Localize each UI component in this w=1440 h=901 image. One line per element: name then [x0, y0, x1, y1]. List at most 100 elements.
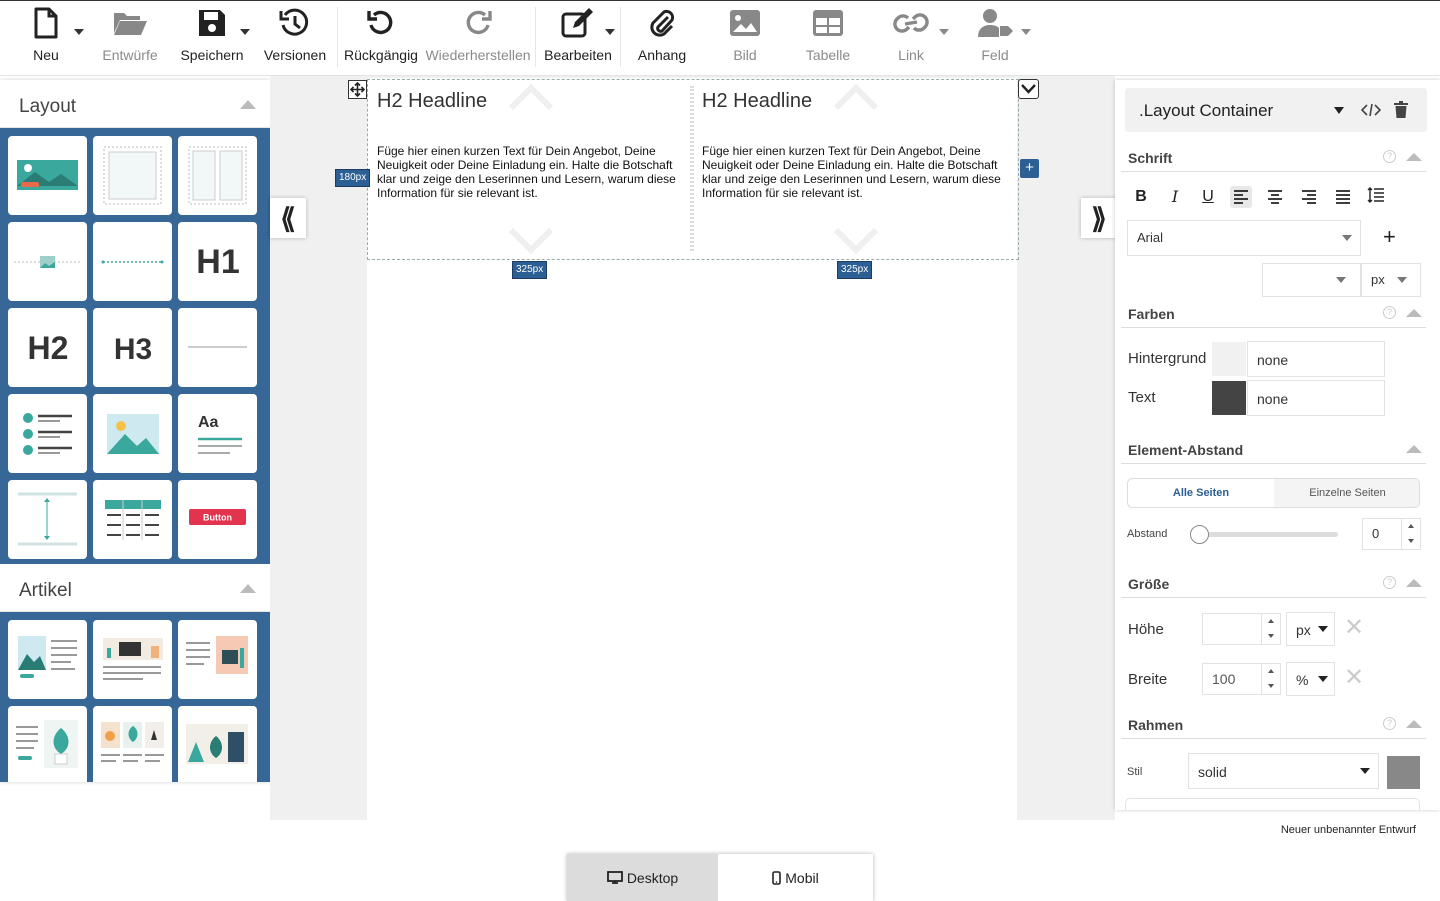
align-center-button[interactable]	[1264, 186, 1286, 208]
column-text[interactable]: Füge hier einen kurzen Text für Dein Ang…	[377, 144, 683, 200]
collapse-triangle-icon[interactable]	[1406, 153, 1422, 161]
spacing-slider[interactable]	[1199, 532, 1338, 537]
tile-horizontal-rule[interactable]	[178, 308, 257, 387]
background-color-input[interactable]: none	[1247, 341, 1385, 377]
font-family-select[interactable]: Arial	[1127, 220, 1361, 256]
collapse-triangle-icon[interactable]	[240, 100, 256, 109]
tile-box-container[interactable]	[93, 136, 172, 215]
column-headline[interactable]: H2 Headline	[702, 90, 812, 113]
stepper-up-icon[interactable]	[1268, 669, 1274, 673]
new-button[interactable]: Neu	[30, 5, 62, 69]
stepper-down-icon[interactable]	[1268, 634, 1274, 638]
tile-h3[interactable]: H3	[93, 308, 172, 387]
tile-h1[interactable]: H1	[178, 222, 257, 301]
height-stepper[interactable]	[1261, 614, 1281, 644]
undo-button[interactable]: Rückgängig	[344, 5, 418, 69]
layout-section-header[interactable]: Layout	[0, 80, 270, 128]
collapse-triangle-icon[interactable]	[1406, 579, 1422, 587]
italic-button[interactable]: I	[1164, 186, 1186, 208]
column-right[interactable]: H2 Headline Füge hier einen kurzen Text …	[693, 80, 1013, 259]
link-dropdown-caret-icon[interactable]	[939, 29, 949, 35]
text-color-swatch[interactable]	[1212, 381, 1246, 415]
single-sides-tab[interactable]: Einzelne Seiten	[1275, 479, 1420, 507]
collapse-triangle-icon[interactable]	[1406, 720, 1422, 728]
move-handle[interactable]	[348, 80, 367, 99]
tile-h2[interactable]: H2	[8, 308, 87, 387]
spacing-slider-thumb[interactable]	[1190, 525, 1209, 544]
image-button[interactable]: Bild	[725, 5, 765, 69]
article-section-header[interactable]: Artikel	[0, 564, 270, 612]
tile-image-text-block[interactable]	[8, 136, 87, 215]
background-color-swatch[interactable]	[1212, 342, 1246, 376]
tile-article-image-top[interactable]	[93, 620, 172, 699]
bold-button[interactable]: B	[1130, 186, 1152, 208]
help-icon[interactable]: ?	[1383, 306, 1396, 319]
save-button[interactable]: Speichern	[180, 5, 244, 69]
field-dropdown-caret-icon[interactable]	[1021, 29, 1031, 35]
redo-button[interactable]: Wiederherstellen	[424, 5, 532, 69]
size-section-header[interactable]: Größe ?	[1121, 576, 1426, 598]
collapse-triangle-icon[interactable]	[240, 584, 256, 593]
align-left-button[interactable]	[1230, 186, 1252, 208]
collapse-triangle-icon[interactable]	[1406, 309, 1422, 317]
edit-dropdown-caret-icon[interactable]	[605, 29, 615, 35]
font-unit-select[interactable]: px	[1361, 263, 1421, 297]
layout-container[interactable]: H2 Headline Füge hier einen kurzen Text …	[367, 79, 1019, 260]
column-text[interactable]: Füge hier einen kurzen Text für Dein Ang…	[702, 144, 1008, 200]
attachment-button[interactable]: Anhang	[636, 5, 688, 69]
stepper-up-icon[interactable]	[1268, 619, 1274, 623]
help-icon[interactable]: ?	[1383, 717, 1396, 730]
tile-article-image-right[interactable]	[178, 620, 257, 699]
border-section-header[interactable]: Rahmen ?	[1121, 717, 1426, 739]
spacing-input[interactable]: 0	[1362, 518, 1421, 550]
all-sides-tab[interactable]: Alle Seiten	[1128, 479, 1274, 507]
tile-checklist[interactable]	[8, 394, 87, 473]
element-selector[interactable]: .Layout Container	[1125, 88, 1427, 132]
new-dropdown-caret-icon[interactable]	[74, 29, 84, 35]
column-headline[interactable]: H2 Headline	[377, 90, 487, 113]
text-color-input[interactable]: none	[1247, 380, 1385, 416]
tile-article-three-images[interactable]	[93, 706, 172, 782]
mobile-view-button[interactable]: Mobil	[718, 854, 873, 901]
width-stepper[interactable]	[1261, 664, 1281, 694]
tile-image-divider[interactable]	[8, 222, 87, 301]
clear-width-icon[interactable]: ✕	[1344, 666, 1364, 690]
clear-height-icon[interactable]: ✕	[1344, 616, 1364, 640]
spacing-section-header[interactable]: Element-Abstand	[1121, 442, 1426, 464]
container-options-button[interactable]	[1018, 79, 1039, 99]
stepper-down-icon[interactable]	[1408, 539, 1414, 543]
help-icon[interactable]: ?	[1383, 150, 1396, 163]
tile-button[interactable]: Button	[178, 480, 257, 559]
drafts-button[interactable]: Entwürfe	[100, 5, 160, 69]
tile-image[interactable]	[93, 394, 172, 473]
versions-button[interactable]: Versionen	[263, 5, 327, 69]
collapse-left-panel-button[interactable]: ⟪	[270, 198, 306, 238]
field-button[interactable]: Feld	[973, 5, 1017, 69]
trash-icon[interactable]	[1394, 101, 1408, 118]
align-right-button[interactable]	[1298, 186, 1320, 208]
tile-line-divider[interactable]	[93, 222, 172, 301]
help-icon[interactable]: ?	[1383, 576, 1396, 589]
line-height-button[interactable]	[1365, 184, 1387, 206]
tile-table[interactable]	[93, 480, 172, 559]
column-left[interactable]: H2 Headline Füge hier einen kurzen Text …	[368, 80, 688, 259]
stepper-up-icon[interactable]	[1408, 524, 1414, 528]
desktop-view-button[interactable]: Desktop	[567, 854, 718, 901]
tile-two-column-container[interactable]	[178, 136, 257, 215]
height-input[interactable]	[1202, 613, 1281, 645]
spacing-stepper[interactable]	[1401, 519, 1421, 549]
code-icon[interactable]	[1361, 103, 1381, 117]
colors-section-header[interactable]: Farben ?	[1121, 306, 1426, 328]
add-font-button[interactable]: +	[1383, 226, 1396, 248]
tile-article-plant[interactable]	[8, 706, 87, 782]
add-column-button[interactable]: +	[1020, 159, 1039, 178]
link-button[interactable]: Link	[891, 5, 931, 69]
border-color-swatch[interactable]	[1387, 756, 1420, 789]
tile-article-gallery[interactable]	[178, 706, 257, 782]
table-button[interactable]: Tabelle	[802, 5, 854, 69]
font-section-header[interactable]: Schrift ?	[1121, 150, 1426, 172]
tile-spacer[interactable]	[8, 480, 87, 559]
collapse-triangle-icon[interactable]	[1406, 445, 1422, 453]
tile-text[interactable]: Aa	[178, 394, 257, 473]
width-input[interactable]: 100	[1202, 663, 1281, 695]
